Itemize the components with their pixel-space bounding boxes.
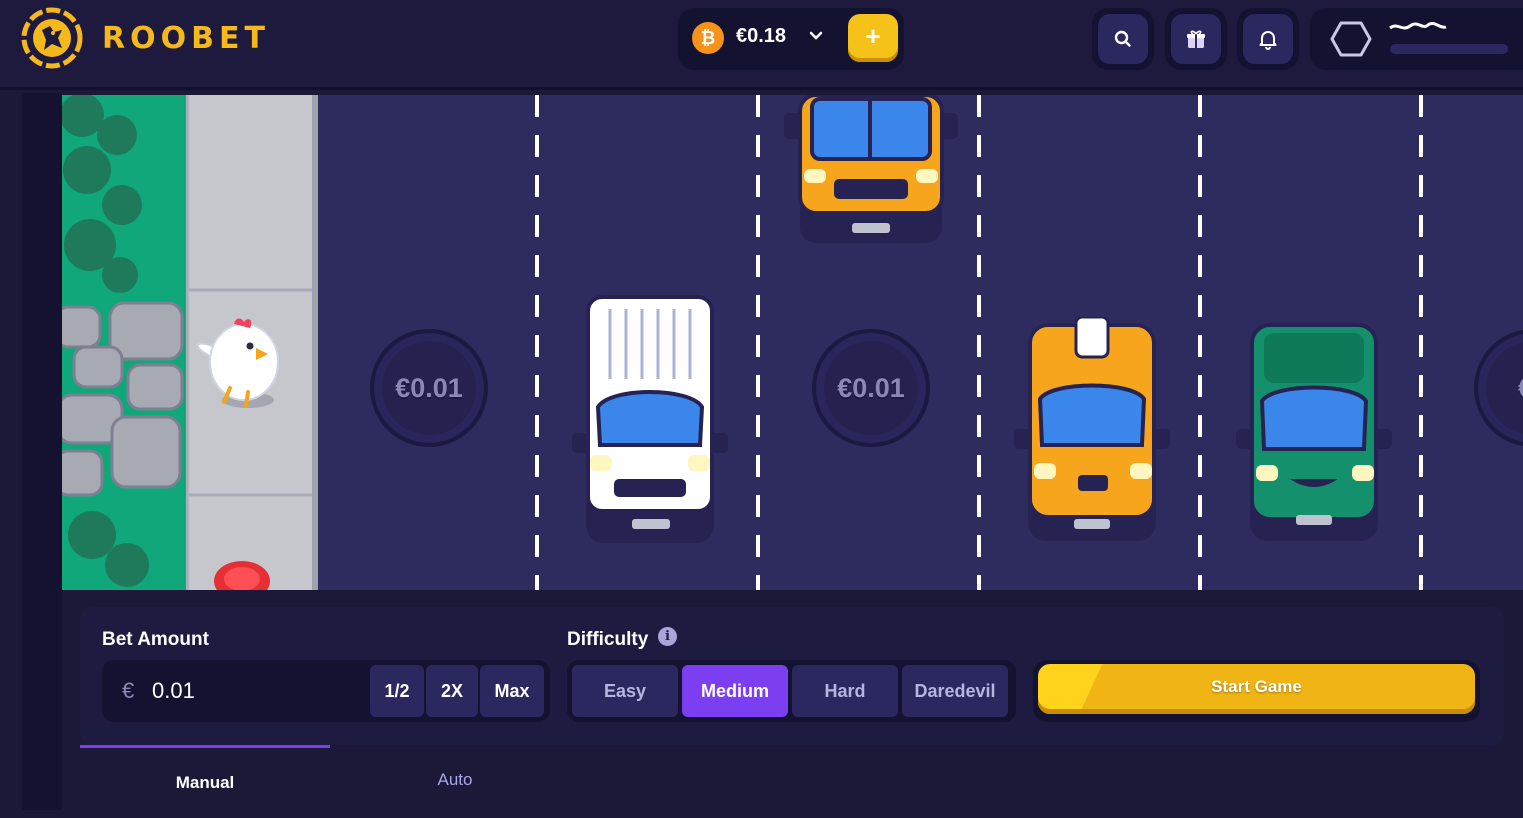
mode-tabs: Manual Auto: [80, 745, 1504, 810]
lane-multiplier[interactable]: €0.01: [370, 329, 488, 447]
lane-divider: [756, 95, 760, 590]
lane-multiplier[interactable]: €0.01: [812, 329, 930, 447]
brand-name: ROOBET: [102, 20, 270, 56]
bell-icon: [1259, 31, 1277, 50]
lane-divider: [1198, 95, 1202, 590]
difficulty-easy-button[interactable]: Easy: [572, 665, 678, 717]
bitcoin-icon: ₿: [692, 22, 724, 54]
tab-manual[interactable]: Manual: [80, 745, 330, 810]
white-van: [572, 295, 728, 543]
gift-icon: [1187, 30, 1205, 48]
multiplier-value: €0.01: [837, 372, 905, 403]
top-bar: ROOBET ₿ €0.18 +: [0, 0, 1523, 90]
profile-menu[interactable]: [1310, 8, 1523, 70]
bet-amount-input[interactable]: 0.01: [152, 678, 195, 704]
hexagon-icon: [1330, 21, 1372, 57]
multiplier-value: €0: [1518, 373, 1523, 404]
difficulty-medium-button[interactable]: Medium: [682, 665, 788, 717]
rewards-button[interactable]: [1165, 8, 1227, 70]
green-car: [1236, 323, 1392, 541]
chicken-character: [196, 318, 279, 408]
lane-divider: [1419, 95, 1423, 590]
start-game-button[interactable]: Start Game: [1038, 664, 1475, 714]
start-game-wrapper: Start Game: [1033, 660, 1480, 722]
grass-strip: [62, 95, 186, 590]
taxi-car: [1014, 317, 1170, 541]
wallet-balance: €0.18: [736, 25, 787, 47]
level-progress-bar: [1390, 44, 1508, 54]
search-icon: [1114, 30, 1131, 47]
notifications-button[interactable]: [1237, 8, 1299, 70]
wallet-selector[interactable]: ₿ €0.18 +: [678, 8, 904, 70]
redacted-username: [1389, 21, 1447, 30]
difficulty-label: Difficulty: [567, 629, 649, 650]
game-board[interactable]: €0.01 €0.01 €0: [62, 95, 1523, 590]
difficulty-daredevil-button[interactable]: Daredevil: [902, 665, 1008, 717]
multiplier-value: €0.01: [395, 372, 463, 403]
lane-divider: [535, 95, 539, 590]
bet-amount-field[interactable]: € 0.01 1/2 2X Max: [102, 660, 550, 722]
deposit-button[interactable]: +: [848, 14, 898, 62]
bush-decoration: [62, 95, 184, 587]
half-bet-button[interactable]: 1/2: [370, 665, 424, 717]
tab-auto[interactable]: Auto: [330, 745, 580, 810]
left-sidebar: [0, 93, 62, 810]
double-bet-button[interactable]: 2X: [426, 665, 478, 717]
yellow-truck: [784, 95, 958, 243]
brand-logo[interactable]: ROOBET: [20, 6, 270, 70]
kangaroo-logo-icon: [21, 7, 83, 69]
chevron-down-icon[interactable]: [808, 28, 824, 44]
info-icon[interactable]: i: [658, 627, 677, 646]
bet-controls-panel: Bet Amount € 0.01 1/2 2X Max Difficulty …: [80, 607, 1504, 745]
currency-symbol: €: [122, 678, 135, 703]
lane-divider: [977, 95, 981, 590]
difficulty-hard-button[interactable]: Hard: [792, 665, 898, 717]
difficulty-selector[interactable]: Easy Medium Hard Daredevil: [567, 660, 1016, 722]
max-bet-button[interactable]: Max: [480, 665, 544, 717]
search-button[interactable]: [1092, 8, 1154, 70]
bet-amount-label: Bet Amount: [102, 629, 209, 650]
fire-hydrant: [214, 561, 270, 590]
